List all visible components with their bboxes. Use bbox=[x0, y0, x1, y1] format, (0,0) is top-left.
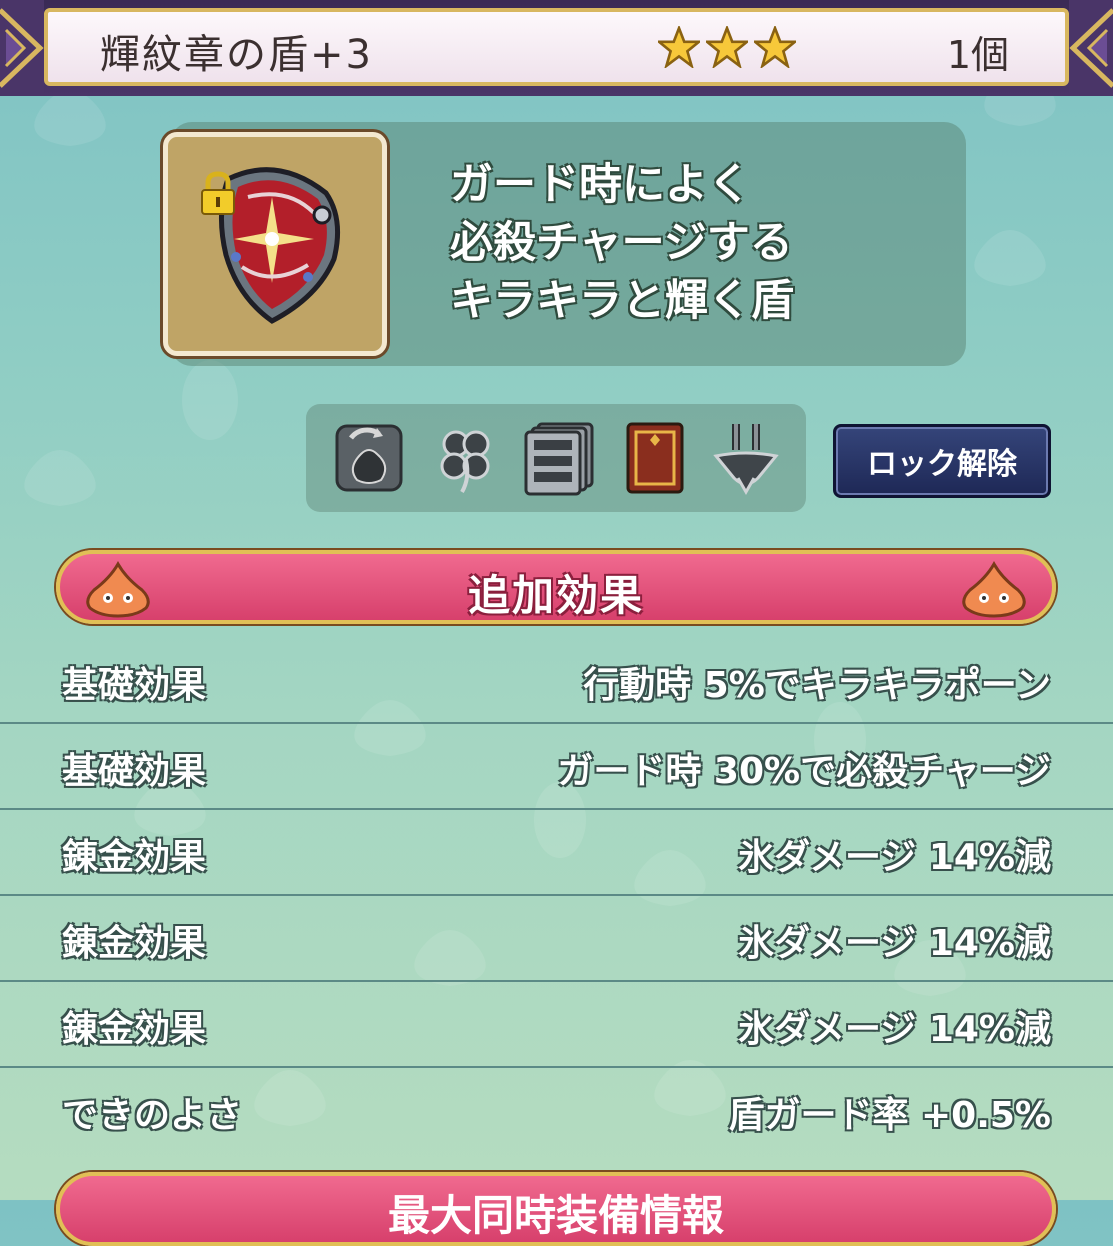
effect-label: 錬金効果 bbox=[62, 837, 207, 878]
rarity-stars bbox=[658, 26, 796, 68]
star-icon bbox=[754, 26, 796, 68]
description-line: ガード時によく bbox=[450, 160, 751, 210]
storage-drawers-icon[interactable] bbox=[522, 420, 594, 496]
item-icon-frame bbox=[163, 132, 387, 356]
effect-value: 氷ダメージ 14%減 bbox=[738, 1009, 1051, 1050]
unlock-button[interactable]: ロック解除 bbox=[833, 424, 1051, 498]
effect-label: 基礎効果 bbox=[62, 751, 207, 792]
book-icon[interactable] bbox=[620, 420, 692, 496]
effect-label: 錬金効果 bbox=[62, 923, 207, 964]
description-line: キラキラと輝く盾 bbox=[450, 276, 794, 326]
item-count: 1個 bbox=[946, 33, 1009, 77]
header-ornament-left bbox=[0, 0, 44, 96]
item-header: 輝紋章の盾+3 1個 bbox=[0, 0, 1113, 96]
slime-icon bbox=[962, 560, 1026, 618]
effect-value: 行動時 5%でキラキラポーン bbox=[583, 665, 1051, 706]
effect-label: 基礎効果 bbox=[62, 665, 207, 706]
next-section-banner: 最大同時装備情報 bbox=[56, 1172, 1056, 1246]
star-icon bbox=[658, 26, 700, 68]
effect-value: 氷ダメージ 14%減 bbox=[738, 837, 1051, 878]
effect-label: 錬金効果 bbox=[62, 1009, 207, 1050]
effect-row: 錬金効果 氷ダメージ 14%減 bbox=[0, 980, 1113, 1068]
item-description: ガード時によく 必殺チャージする キラキラと輝く盾 bbox=[450, 156, 794, 330]
effect-row: 錬金効果 氷ダメージ 14%減 bbox=[0, 808, 1113, 896]
effect-row: できのよさ 盾ガード率 +0.5% bbox=[0, 1066, 1113, 1152]
exchange-bag-icon[interactable] bbox=[333, 420, 405, 496]
alchemy-pot-icon[interactable] bbox=[710, 420, 782, 496]
header-ornament-right bbox=[1069, 0, 1113, 96]
clover-icon[interactable] bbox=[430, 420, 502, 496]
next-section-title: 最大同時装備情報 bbox=[387, 1191, 724, 1240]
shield-icon bbox=[218, 167, 341, 324]
effect-label: できのよさ bbox=[62, 1095, 243, 1136]
item-title: 輝紋章の盾+3 bbox=[100, 32, 373, 78]
effect-row: 基礎効果 ガード時 30%で必殺チャージ bbox=[0, 722, 1113, 810]
effect-value: ガード時 30%で必殺チャージ bbox=[557, 751, 1051, 792]
description-line: 必殺チャージする bbox=[450, 218, 793, 268]
lock-icon bbox=[201, 171, 235, 215]
section-banner: 追加効果 bbox=[56, 550, 1056, 624]
effect-row: 錬金効果 氷ダメージ 14%減 bbox=[0, 894, 1113, 982]
star-icon bbox=[706, 26, 748, 68]
section-title: 追加効果 bbox=[467, 571, 644, 620]
effect-value: 盾ガード率 +0.5% bbox=[728, 1095, 1051, 1136]
effect-value: 氷ダメージ 14%減 bbox=[738, 923, 1051, 964]
effect-row: 基礎効果 行動時 5%でキラキラポーン bbox=[0, 636, 1113, 724]
